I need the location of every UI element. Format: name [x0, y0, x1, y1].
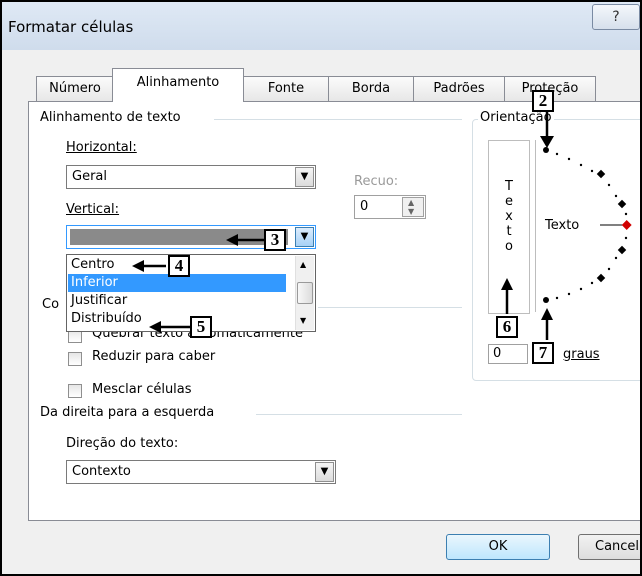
vertical-text-letter: e	[505, 194, 513, 209]
tab-numero[interactable]: Número	[36, 76, 114, 101]
list-item[interactable]: Justificar	[68, 292, 286, 310]
tab-label: Fonte	[267, 81, 305, 96]
chevron-down-icon[interactable]: ▼	[295, 227, 314, 247]
degrees-value: 0	[493, 346, 502, 361]
callout-4: 4	[168, 255, 190, 277]
degrees-label: graus	[563, 347, 600, 362]
group-divider	[214, 119, 462, 120]
vertical-text-letter: t	[506, 224, 512, 239]
orientation-group-label: Orientação	[478, 110, 554, 125]
list-item[interactable]: Distribuído	[68, 310, 286, 328]
shrink-to-fit-checkbox[interactable]	[68, 352, 82, 366]
merge-cells-label: Mesclar células	[92, 382, 192, 397]
orientation-dial[interactable]: Texto	[535, 140, 640, 312]
text-direction-select[interactable]: Contexto ▼	[66, 460, 336, 484]
callout-2: 2	[532, 90, 554, 112]
dial-tick-minus45	[596, 273, 606, 283]
dialog-title: Formatar células	[8, 18, 134, 36]
tab-alinhamento[interactable]: Alinhamento	[112, 68, 244, 102]
vertical-text-letter: T	[505, 179, 513, 194]
horizontal-select-value: Geral	[72, 169, 107, 184]
text-alignment-group-label: Alinhamento de texto	[40, 110, 181, 125]
vertical-label: Vertical:	[66, 202, 120, 217]
tab-fonte[interactable]: Fonte	[243, 76, 329, 101]
chevron-down-icon[interactable]: ▼	[295, 167, 314, 187]
group-divider	[256, 414, 462, 415]
spin-down-icon[interactable]: ▼	[408, 207, 414, 216]
spin-buttons[interactable]: ▲ ▼	[402, 197, 424, 217]
group-divider	[318, 307, 462, 308]
callout-3: 3	[264, 229, 286, 251]
ok-button[interactable]: OK	[446, 534, 550, 560]
chevron-down-icon[interactable]: ▼	[315, 462, 334, 482]
merge-cells-checkbox[interactable]	[68, 384, 82, 398]
indent-spinner[interactable]: 0 ▲ ▼	[354, 195, 426, 219]
callout-5: 5	[190, 316, 212, 338]
dial-tick-45	[596, 169, 606, 179]
tab-borda[interactable]: Borda	[328, 76, 414, 101]
vertical-text-letter: o	[505, 239, 513, 254]
dial-text: Texto	[545, 218, 580, 233]
cancel-button-label: Cancel	[595, 539, 640, 554]
horizontal-label: Horizontal:	[66, 140, 137, 155]
degrees-input[interactable]: 0	[488, 344, 528, 364]
callout-6: 6	[496, 316, 518, 338]
tab-label: Padrões	[433, 81, 485, 96]
help-icon: ?	[612, 9, 620, 25]
cancel-button[interactable]: Cancel	[578, 534, 640, 560]
indent-label: Recuo:	[354, 174, 399, 189]
help-button[interactable]: ?	[592, 4, 640, 30]
rtl-group-label: Da direita para a esquerda	[40, 405, 215, 420]
dial-handle	[621, 220, 632, 230]
callout-7: 7	[532, 342, 554, 364]
format-cells-dialog: Formatar células ? Número Alinhamento Fo…	[0, 0, 642, 576]
dial-tick-minus90	[543, 297, 549, 303]
shrink-to-fit-label: Reduzir para caber	[92, 349, 216, 364]
scroll-up-icon[interactable]: ▲	[300, 260, 306, 269]
vertical-text-button[interactable]: T e x t o	[488, 140, 530, 314]
vertical-select-focus	[70, 229, 288, 245]
vertical-text-glyphs: T e x t o	[489, 179, 529, 254]
scroll-thumb[interactable]	[297, 282, 313, 304]
tab-padroes[interactable]: Padrões	[413, 76, 505, 101]
dial-tick-90	[543, 147, 549, 153]
list-scrollbar[interactable]: ▲ ▼	[295, 256, 314, 330]
scroll-down-icon[interactable]: ▼	[300, 316, 306, 325]
tab-label: Número	[49, 81, 101, 96]
title-bar: Formatar células ?	[2, 2, 640, 50]
indent-value: 0	[360, 199, 369, 214]
text-direction-label: Direção do texto:	[66, 436, 179, 451]
tab-label: Borda	[351, 81, 391, 96]
horizontal-select[interactable]: Geral ▼	[66, 165, 316, 189]
tab-label: Alinhamento	[136, 75, 220, 90]
vertical-text-letter: x	[505, 209, 513, 224]
text-control-group-label: Co	[42, 297, 60, 312]
text-direction-value: Contexto	[72, 464, 131, 479]
ok-button-label: OK	[488, 539, 508, 554]
spin-up-icon[interactable]: ▲	[408, 198, 414, 207]
